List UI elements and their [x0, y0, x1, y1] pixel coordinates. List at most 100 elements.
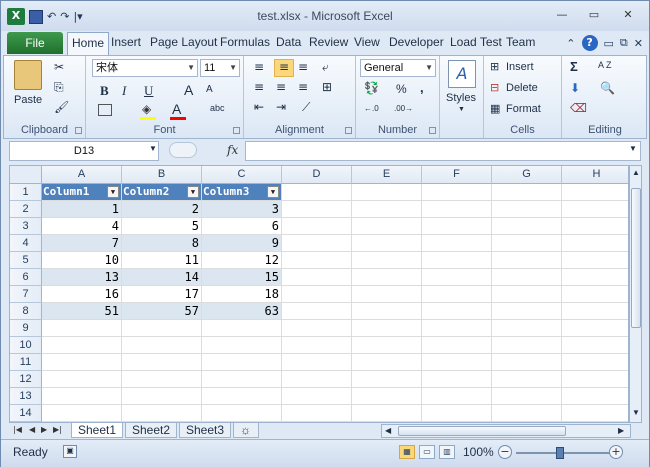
- select-all-corner[interactable]: [10, 166, 42, 184]
- number-format-box[interactable]: General ▼: [360, 59, 436, 77]
- cell-c11[interactable]: [202, 354, 282, 371]
- clear-icon[interactable]: ⌫: [570, 101, 587, 115]
- paste-icon[interactable]: [14, 60, 42, 90]
- zoom-level[interactable]: 100%: [463, 445, 494, 459]
- cell-b8[interactable]: 57: [122, 303, 202, 320]
- fill-color-icon[interactable]: ◈: [142, 102, 151, 116]
- cell-c6[interactable]: 15: [202, 269, 282, 286]
- cell-f2[interactable]: [422, 201, 492, 218]
- cell-e6[interactable]: [352, 269, 422, 286]
- cell-b3[interactable]: 5: [122, 218, 202, 235]
- cell-e14[interactable]: [352, 405, 422, 422]
- tab-team[interactable]: Team: [506, 35, 535, 49]
- wrap-text-icon[interactable]: ⤶: [322, 60, 329, 75]
- cell-f1[interactable]: [422, 184, 492, 201]
- cell-e10[interactable]: [352, 337, 422, 354]
- increase-decimal-button[interactable]: ←.0: [364, 104, 379, 113]
- alignment-launcher-icon[interactable]: [345, 127, 352, 134]
- column-header-h[interactable]: H: [562, 166, 628, 184]
- styles-gallery-icon[interactable]: A: [448, 60, 476, 88]
- scroll-left-icon[interactable]: ◀: [385, 426, 391, 435]
- cell-d6[interactable]: [282, 269, 352, 286]
- workbook-close-icon[interactable]: ✕: [634, 37, 643, 50]
- cell-a12[interactable]: [42, 371, 122, 388]
- row-header-10[interactable]: 10: [10, 337, 42, 354]
- workbook-minimize-icon[interactable]: ▭: [604, 37, 614, 50]
- cell-b9[interactable]: [122, 320, 202, 337]
- cell-h2[interactable]: [562, 201, 628, 218]
- zoom-out-button[interactable]: −: [498, 445, 512, 459]
- cell-b6[interactable]: 14: [122, 269, 202, 286]
- autosum-button[interactable]: Σ: [570, 59, 578, 74]
- cell-c2[interactable]: 3: [202, 201, 282, 218]
- orientation-icon[interactable]: ⟋: [302, 100, 310, 115]
- cell-e9[interactable]: [352, 320, 422, 337]
- underline-button[interactable]: U: [144, 83, 153, 99]
- cell-h13[interactable]: [562, 388, 628, 405]
- name-box[interactable]: D13: [9, 141, 159, 161]
- grow-font-button[interactable]: A: [184, 82, 193, 98]
- cell-d10[interactable]: [282, 337, 352, 354]
- cell-e4[interactable]: [352, 235, 422, 252]
- align-top-icon[interactable]: ≡: [254, 60, 264, 74]
- decrease-decimal-button[interactable]: .00→: [394, 104, 413, 113]
- number-launcher-icon[interactable]: [429, 127, 436, 134]
- filter-dropdown-icon[interactable]: ▼: [187, 186, 199, 198]
- cell-f8[interactable]: [422, 303, 492, 320]
- phonetic-guide-button[interactable]: abc: [210, 103, 225, 113]
- cell-f13[interactable]: [422, 388, 492, 405]
- cell-f11[interactable]: [422, 354, 492, 371]
- cell-b4[interactable]: 8: [122, 235, 202, 252]
- cell-g5[interactable]: [492, 252, 562, 269]
- cell-e11[interactable]: [352, 354, 422, 371]
- cell-a13[interactable]: [42, 388, 122, 405]
- cell-f7[interactable]: [422, 286, 492, 303]
- borders-icon[interactable]: [98, 104, 112, 116]
- align-right-icon[interactable]: ≡: [298, 80, 308, 94]
- tab-view[interactable]: View: [354, 35, 380, 49]
- cell-d14[interactable]: [282, 405, 352, 422]
- cell-a3[interactable]: 4: [42, 218, 122, 235]
- row-header-12[interactable]: 12: [10, 371, 42, 388]
- scroll-up-icon[interactable]: ▲: [632, 168, 640, 177]
- cell-h9[interactable]: [562, 320, 628, 337]
- styles-dropdown-icon[interactable]: ▼: [458, 106, 465, 113]
- zoom-slider-knob[interactable]: [556, 447, 564, 459]
- insert-button[interactable]: Insert: [506, 61, 534, 73]
- shrink-font-button[interactable]: A: [206, 84, 213, 95]
- tab-insert[interactable]: Insert: [111, 35, 141, 49]
- tab-data[interactable]: Data: [276, 35, 301, 49]
- normal-view-icon[interactable]: ▦: [399, 445, 415, 459]
- cell-b5[interactable]: 11: [122, 252, 202, 269]
- zoom-slider[interactable]: [516, 447, 616, 459]
- cell-h1[interactable]: [562, 184, 628, 201]
- scroll-down-icon[interactable]: ▼: [632, 408, 640, 417]
- cell-d3[interactable]: [282, 218, 352, 235]
- cell-f12[interactable]: [422, 371, 492, 388]
- cell-a9[interactable]: [42, 320, 122, 337]
- cell-d8[interactable]: [282, 303, 352, 320]
- cell-f3[interactable]: [422, 218, 492, 235]
- paste-button[interactable]: Paste: [14, 94, 42, 106]
- percent-style-button[interactable]: %: [396, 82, 407, 96]
- font-size-dropdown-icon[interactable]: ▼: [229, 60, 237, 76]
- font-launcher-icon[interactable]: [233, 127, 240, 134]
- row-header-8[interactable]: 8: [10, 303, 42, 320]
- cell-b12[interactable]: [122, 371, 202, 388]
- cell-f10[interactable]: [422, 337, 492, 354]
- font-size-box[interactable]: 11 ▼: [200, 59, 240, 77]
- cell-g1[interactable]: [492, 184, 562, 201]
- cell-h5[interactable]: [562, 252, 628, 269]
- page-break-view-icon[interactable]: ▥: [439, 445, 455, 459]
- cell-a14[interactable]: [42, 405, 122, 422]
- cut-icon[interactable]: ✂: [54, 60, 64, 74]
- align-center-icon[interactable]: ≡: [276, 80, 286, 94]
- cell-c13[interactable]: [202, 388, 282, 405]
- font-name-box[interactable]: 宋体 ▼: [92, 59, 198, 77]
- decrease-indent-icon[interactable]: ⇤: [254, 100, 264, 114]
- column-header-b[interactable]: B: [122, 166, 202, 184]
- cell-c8[interactable]: 63: [202, 303, 282, 320]
- column-header-a[interactable]: A: [42, 166, 122, 184]
- row-header-3[interactable]: 3: [10, 218, 42, 235]
- cell-g4[interactable]: [492, 235, 562, 252]
